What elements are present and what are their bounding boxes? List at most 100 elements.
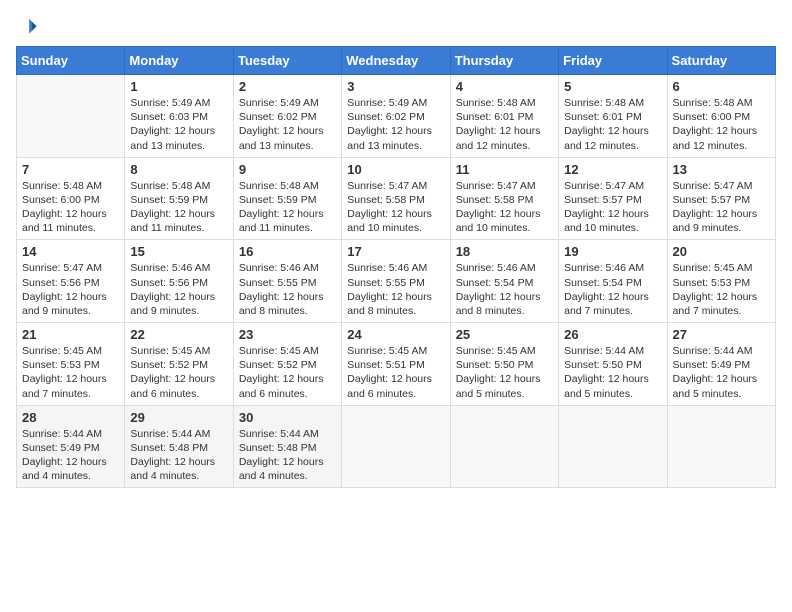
day-number: 15 xyxy=(130,244,227,259)
calendar-cell: 4Sunrise: 5:48 AM Sunset: 6:01 PM Daylig… xyxy=(450,75,558,158)
day-info: Sunrise: 5:44 AM Sunset: 5:49 PM Dayligh… xyxy=(673,344,770,401)
day-number: 18 xyxy=(456,244,553,259)
calendar-cell: 7 Sunrise: 5:48 AM Sunset: 6:00 PM Daylig… xyxy=(17,157,125,240)
calendar-header: SundayMondayTuesdayWednesdayThursdayFrid… xyxy=(17,47,776,75)
calendar-week-1: 1Sunrise: 5:49 AM Sunset: 6:03 PM Daylig… xyxy=(17,75,776,158)
day-number: 16 xyxy=(239,244,336,259)
calendar-week-2: 7 Sunrise: 5:48 AM Sunset: 6:00 PM Daylig… xyxy=(17,157,776,240)
day-info: Sunrise: 5:49 AM Sunset: 6:02 PM Dayligh… xyxy=(347,96,444,153)
day-header-sunday: Sunday xyxy=(17,47,125,75)
day-number: 7 xyxy=(22,162,119,177)
day-header-friday: Friday xyxy=(559,47,667,75)
day-number: 3 xyxy=(347,79,444,94)
day-number: 11 xyxy=(456,162,553,177)
calendar-body: 1Sunrise: 5:49 AM Sunset: 6:03 PM Daylig… xyxy=(17,75,776,488)
calendar-cell: 6 Sunrise: 5:48 AM Sunset: 6:00 PM Daylig… xyxy=(667,75,775,158)
logo-icon xyxy=(16,16,38,38)
day-number: 21 xyxy=(22,327,119,342)
calendar-cell: 21 Sunrise: 5:45 AM Sunset: 5:53 PM Dayli… xyxy=(17,323,125,406)
day-number: 6 xyxy=(673,79,770,94)
calendar-cell xyxy=(17,75,125,158)
calendar-cell: 3 Sunrise: 5:49 AM Sunset: 6:02 PM Daylig… xyxy=(342,75,450,158)
day-info: Sunrise: 5:46 AM Sunset: 5:56 PM Dayligh… xyxy=(130,261,227,318)
day-number: 10 xyxy=(347,162,444,177)
day-info: Sunrise: 5:47 AM Sunset: 5:57 PM Dayligh… xyxy=(673,179,770,236)
day-number: 17 xyxy=(347,244,444,259)
calendar-cell: 14 Sunrise: 5:47 AM Sunset: 5:56 PM Dayli… xyxy=(17,240,125,323)
calendar-cell: 25Sunrise: 5:45 AM Sunset: 5:50 PM Dayli… xyxy=(450,323,558,406)
calendar-cell: 17 Sunrise: 5:46 AM Sunset: 5:55 PM Dayli… xyxy=(342,240,450,323)
day-number: 24 xyxy=(347,327,444,342)
day-number: 23 xyxy=(239,327,336,342)
day-number: 22 xyxy=(130,327,227,342)
day-header-saturday: Saturday xyxy=(667,47,775,75)
calendar-cell xyxy=(450,405,558,488)
calendar: SundayMondayTuesdayWednesdayThursdayFrid… xyxy=(16,46,776,488)
calendar-cell: 26Sunrise: 5:44 AM Sunset: 5:50 PM Dayli… xyxy=(559,323,667,406)
day-info: Sunrise: 5:46 AM Sunset: 5:54 PM Dayligh… xyxy=(456,261,553,318)
calendar-week-5: 28 Sunrise: 5:44 AM Sunset: 5:49 PM Dayli… xyxy=(17,405,776,488)
calendar-cell xyxy=(559,405,667,488)
calendar-cell: 1Sunrise: 5:49 AM Sunset: 6:03 PM Daylig… xyxy=(125,75,233,158)
day-number: 19 xyxy=(564,244,661,259)
day-info: Sunrise: 5:48 AM Sunset: 6:01 PM Dayligh… xyxy=(456,96,553,153)
day-info: Sunrise: 5:45 AM Sunset: 5:51 PM Dayligh… xyxy=(347,344,444,401)
calendar-cell: 29Sunrise: 5:44 AM Sunset: 5:48 PM Dayli… xyxy=(125,405,233,488)
calendar-cell: 20Sunrise: 5:45 AM Sunset: 5:53 PM Dayli… xyxy=(667,240,775,323)
day-info: Sunrise: 5:45 AM Sunset: 5:52 PM Dayligh… xyxy=(239,344,336,401)
day-number: 13 xyxy=(673,162,770,177)
calendar-cell: 30 Sunrise: 5:44 AM Sunset: 5:48 PM Dayli… xyxy=(233,405,341,488)
day-number: 28 xyxy=(22,410,119,425)
day-info: Sunrise: 5:48 AM Sunset: 6:00 PM Dayligh… xyxy=(673,96,770,153)
day-info: Sunrise: 5:47 AM Sunset: 5:57 PM Dayligh… xyxy=(564,179,661,236)
calendar-cell: 5Sunrise: 5:48 AM Sunset: 6:01 PM Daylig… xyxy=(559,75,667,158)
calendar-cell: 22 Sunrise: 5:45 AM Sunset: 5:52 PM Dayli… xyxy=(125,323,233,406)
day-info: Sunrise: 5:45 AM Sunset: 5:50 PM Dayligh… xyxy=(456,344,553,401)
day-number: 29 xyxy=(130,410,227,425)
calendar-cell: 28 Sunrise: 5:44 AM Sunset: 5:49 PM Dayli… xyxy=(17,405,125,488)
day-info: Sunrise: 5:45 AM Sunset: 5:52 PM Dayligh… xyxy=(130,344,227,401)
day-info: Sunrise: 5:46 AM Sunset: 5:54 PM Dayligh… xyxy=(564,261,661,318)
calendar-cell: 16Sunrise: 5:46 AM Sunset: 5:55 PM Dayli… xyxy=(233,240,341,323)
calendar-cell: 18 Sunrise: 5:46 AM Sunset: 5:54 PM Dayli… xyxy=(450,240,558,323)
calendar-cell: 15 Sunrise: 5:46 AM Sunset: 5:56 PM Dayli… xyxy=(125,240,233,323)
day-number: 12 xyxy=(564,162,661,177)
day-number: 27 xyxy=(673,327,770,342)
day-number: 2 xyxy=(239,79,336,94)
calendar-cell: 11 Sunrise: 5:47 AM Sunset: 5:58 PM Dayli… xyxy=(450,157,558,240)
calendar-cell: 2 Sunrise: 5:49 AM Sunset: 6:02 PM Daylig… xyxy=(233,75,341,158)
day-info: Sunrise: 5:45 AM Sunset: 5:53 PM Dayligh… xyxy=(22,344,119,401)
calendar-cell: 24 Sunrise: 5:45 AM Sunset: 5:51 PM Dayli… xyxy=(342,323,450,406)
day-number: 26 xyxy=(564,327,661,342)
day-info: Sunrise: 5:47 AM Sunset: 5:58 PM Dayligh… xyxy=(456,179,553,236)
day-info: Sunrise: 5:47 AM Sunset: 5:56 PM Dayligh… xyxy=(22,261,119,318)
day-info: Sunrise: 5:46 AM Sunset: 5:55 PM Dayligh… xyxy=(347,261,444,318)
day-header-wednesday: Wednesday xyxy=(342,47,450,75)
day-info: Sunrise: 5:44 AM Sunset: 5:48 PM Dayligh… xyxy=(239,427,336,484)
calendar-week-4: 21 Sunrise: 5:45 AM Sunset: 5:53 PM Dayli… xyxy=(17,323,776,406)
calendar-cell: 13 Sunrise: 5:47 AM Sunset: 5:57 PM Dayli… xyxy=(667,157,775,240)
day-info: Sunrise: 5:48 AM Sunset: 5:59 PM Dayligh… xyxy=(130,179,227,236)
day-number: 14 xyxy=(22,244,119,259)
day-info: Sunrise: 5:48 AM Sunset: 5:59 PM Dayligh… xyxy=(239,179,336,236)
calendar-cell: 9 Sunrise: 5:48 AM Sunset: 5:59 PM Daylig… xyxy=(233,157,341,240)
day-number: 30 xyxy=(239,410,336,425)
day-number: 9 xyxy=(239,162,336,177)
day-number: 20 xyxy=(673,244,770,259)
day-info: Sunrise: 5:49 AM Sunset: 6:03 PM Dayligh… xyxy=(130,96,227,153)
day-info: Sunrise: 5:44 AM Sunset: 5:49 PM Dayligh… xyxy=(22,427,119,484)
calendar-cell xyxy=(667,405,775,488)
logo xyxy=(16,16,38,38)
calendar-cell: 23 Sunrise: 5:45 AM Sunset: 5:52 PM Dayli… xyxy=(233,323,341,406)
day-info: Sunrise: 5:48 AM Sunset: 6:00 PM Dayligh… xyxy=(22,179,119,236)
day-number: 8 xyxy=(130,162,227,177)
day-info: Sunrise: 5:48 AM Sunset: 6:01 PM Dayligh… xyxy=(564,96,661,153)
day-header-thursday: Thursday xyxy=(450,47,558,75)
calendar-cell xyxy=(342,405,450,488)
calendar-cell: 8 Sunrise: 5:48 AM Sunset: 5:59 PM Daylig… xyxy=(125,157,233,240)
header xyxy=(16,16,776,38)
day-info: Sunrise: 5:49 AM Sunset: 6:02 PM Dayligh… xyxy=(239,96,336,153)
day-header-tuesday: Tuesday xyxy=(233,47,341,75)
calendar-cell: 12 Sunrise: 5:47 AM Sunset: 5:57 PM Dayli… xyxy=(559,157,667,240)
calendar-cell: 27 Sunrise: 5:44 AM Sunset: 5:49 PM Dayli… xyxy=(667,323,775,406)
